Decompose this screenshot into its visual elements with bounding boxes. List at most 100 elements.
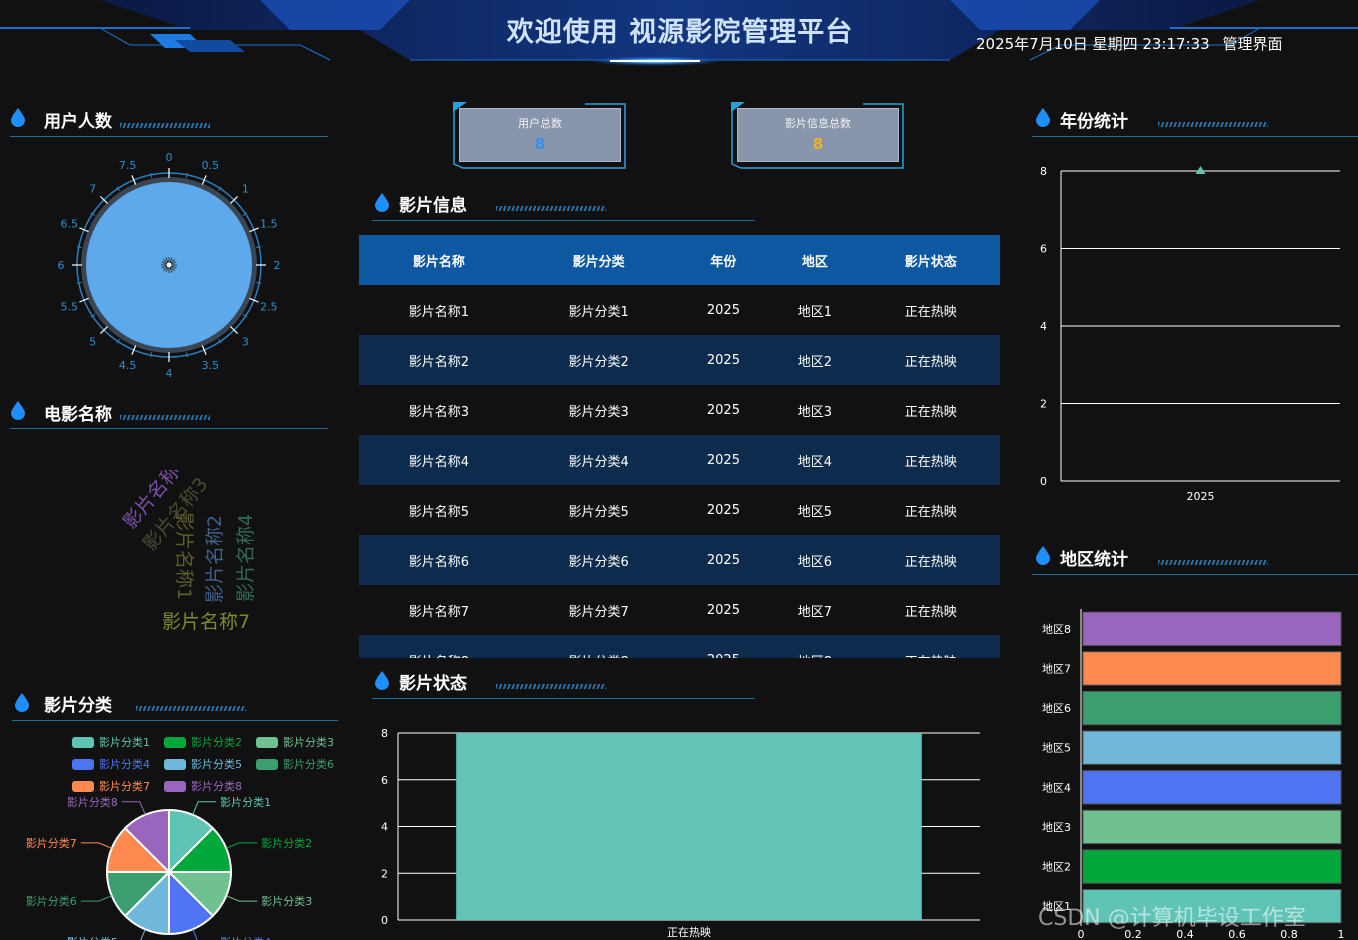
word-cloud-word: 影片名称7: [162, 611, 250, 633]
table-cell: 影片名称5: [359, 485, 519, 535]
region-bar[interactable]: [1082, 651, 1342, 686]
table-cell: 2025: [678, 285, 769, 335]
region-bar[interactable]: [1082, 690, 1342, 726]
table-cell: 地区8: [768, 635, 862, 658]
y-tick-label: 地区7: [1042, 662, 1071, 675]
region-bar[interactable]: [1082, 611, 1342, 646]
table-cell: 影片分类7: [518, 585, 679, 635]
table-cell: 正在热映: [861, 435, 1000, 485]
word-cloud: 影片名称5 影片名称3 影片名称1 影片名称2 影片名称4 影片名称7: [119, 470, 257, 633]
table-cell: 正在热映: [861, 335, 1000, 385]
pie-legend-label[interactable]: 影片分类6: [283, 757, 334, 771]
pie-legend-swatch[interactable]: [256, 737, 278, 748]
gauge-tick-label: 6.5: [60, 218, 77, 231]
admin-link[interactable]: 管理界面: [1223, 35, 1283, 53]
region-bar[interactable]: [1082, 849, 1342, 884]
pie-legend-label[interactable]: 影片分类1: [99, 735, 150, 749]
datetime-display: 2025年7月10日 星期四 23:17:33 管理界面: [976, 33, 1283, 54]
gauge-minor-tick: [76, 246, 82, 249]
table-header-cell: 年份: [678, 235, 769, 285]
table-cell: 正在热映: [861, 285, 1000, 335]
card-body: 影片信息总数 8: [737, 108, 899, 162]
pie-legend-swatch[interactable]: [164, 737, 186, 748]
y-tick-label: 地区8: [1042, 623, 1071, 636]
table-cell: 地区7: [768, 585, 862, 635]
pie-label-line: [121, 801, 146, 815]
status-bar[interactable]: [456, 733, 922, 920]
table-cell: 影片名称4: [359, 435, 519, 485]
gauge-tick-label: 4: [166, 367, 173, 380]
pie-legend-label[interactable]: 影片分类4: [99, 757, 150, 771]
y-tick-label: 0: [381, 914, 388, 927]
pie-legend-swatch[interactable]: [72, 781, 94, 792]
gauge-tick-label: 6: [58, 259, 65, 272]
movie-info-table: 影片名称 影片分类 年份 地区 影片状态 影片名称1 影片分类1 2025 地区1 正在热映 影片…: [359, 235, 1000, 658]
section-title-region-stats: 地区统计: [1060, 550, 1128, 570]
table-header-cell: 影片状态: [861, 235, 1000, 285]
droplet-icon: [1036, 108, 1050, 127]
pie-slice-label: 影片分类5: [67, 935, 118, 940]
droplet-icon: [1036, 546, 1050, 565]
pie-legend-swatch[interactable]: [72, 759, 94, 770]
section-divider: [1032, 136, 1358, 137]
table-header-cell: 影片名称: [359, 235, 519, 285]
table-row[interactable]: 影片名称7 影片分类7 2025 地区7 正在热映: [359, 585, 1000, 635]
pie-legend-label[interactable]: 影片分类5: [191, 757, 242, 771]
region-bar[interactable]: [1082, 730, 1342, 765]
y-tick-label: 地区3: [1042, 821, 1071, 834]
gauge-tick-label: 7.5: [119, 159, 137, 172]
pie-slice-label: 影片分类1: [220, 795, 271, 809]
pie-slice-label: 影片分类8: [67, 795, 118, 809]
word-cloud-word: 影片名称4: [235, 514, 257, 602]
pie-legend-label[interactable]: 影片分类8: [191, 779, 242, 793]
pie-label-line: [226, 842, 258, 849]
pie-legend-label[interactable]: 影片分类3: [283, 735, 334, 749]
table-row[interactable]: 影片名称8影片分类82025地区8正在热映: [359, 635, 1000, 658]
table-header-row: 影片名称 影片分类 年份 地区 影片状态: [359, 235, 1000, 285]
pie-label-line: [80, 842, 112, 849]
region-bar[interactable]: [1082, 770, 1342, 805]
table-row[interactable]: 影片名称1 影片分类1 2025 地区1 正在热映: [359, 285, 1000, 335]
section-divider: [12, 720, 338, 721]
table-cell: 地区3: [768, 385, 862, 435]
table-cell: 影片分类3: [518, 385, 679, 435]
pie-legend-swatch[interactable]: [164, 759, 186, 770]
title-hatch: [120, 415, 210, 420]
table-cell: 正在热映: [861, 585, 1000, 635]
section-title-categories: 影片分类: [44, 696, 112, 716]
year-data-point[interactable]: [1195, 166, 1206, 174]
title-hatch: [496, 206, 606, 211]
user-gauge: 0 0.5 1 1.5 2 2.5 3 3.5 4 4.5 5 5.5 6 6.5 7 7.5: [58, 151, 281, 380]
gauge-tick-label: 2: [274, 259, 281, 272]
pie-legend-swatch[interactable]: [72, 737, 94, 748]
pie-legend-label[interactable]: 影片分类2: [191, 735, 242, 749]
pie-legend-swatch[interactable]: [164, 781, 186, 792]
pie-label-line: [140, 929, 146, 940]
section-divider: [10, 428, 328, 429]
gauge-tick-label: 7: [89, 183, 96, 196]
y-tick-label: 地区2: [1042, 861, 1071, 874]
table-row[interactable]: 影片名称5 影片分类5 2025 地区5 正在热映: [359, 485, 1000, 535]
y-tick-label: 0: [1040, 475, 1047, 488]
table-cell: 影片分类4: [518, 435, 679, 485]
table-row[interactable]: 影片名称3 影片分类3 2025 地区3 正在热映: [359, 385, 1000, 435]
section-title-movie-info: 影片信息: [399, 196, 467, 216]
pie-slice-label: 影片分类2: [261, 836, 312, 850]
section-title-users: 用户人数: [44, 112, 112, 132]
y-tick-label: 地区4: [1042, 781, 1071, 794]
pie-slice-label: 影片分类3: [261, 894, 312, 908]
gauge-tick-label: 3: [242, 335, 249, 348]
table-row[interactable]: 影片名称4 影片分类4 2025 地区4 正在热映: [359, 435, 1000, 485]
table-cell: 影片名称3: [359, 385, 519, 435]
gauge-minor-tick: [150, 172, 153, 178]
region-bar[interactable]: [1082, 809, 1342, 845]
pie-label-line: [80, 895, 112, 902]
section-title-movie-status: 影片状态: [399, 674, 467, 694]
droplet-icon: [11, 108, 25, 127]
table-cell: 正在热映: [861, 535, 1000, 585]
section-divider: [372, 698, 755, 699]
table-row[interactable]: 影片名称2 影片分类2 2025 地区2 正在热映: [359, 335, 1000, 385]
pie-legend-swatch[interactable]: [256, 759, 278, 770]
table-row[interactable]: 影片名称6 影片分类6 2025 地区6 正在热映: [359, 535, 1000, 585]
pie-legend-label[interactable]: 影片分类7: [99, 779, 150, 793]
